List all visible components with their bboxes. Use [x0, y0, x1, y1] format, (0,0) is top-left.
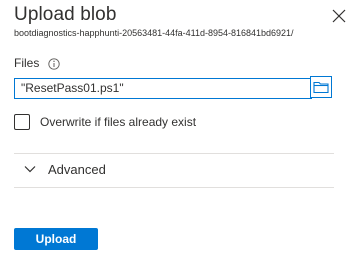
close-icon: [332, 9, 346, 23]
chevron-down-icon: [24, 166, 36, 173]
upload-button[interactable]: Upload: [14, 228, 98, 250]
advanced-label: Advanced: [48, 162, 106, 177]
folder-icon: [313, 81, 329, 94]
browse-files-button[interactable]: [310, 76, 332, 98]
overwrite-label[interactable]: Overwrite if files already exist: [40, 115, 196, 129]
close-button[interactable]: [329, 6, 349, 26]
advanced-toggle[interactable]: Advanced: [14, 155, 334, 185]
container-path: bootdiagnostics-happhunti-20563481-44fa-…: [14, 28, 294, 38]
divider: [14, 153, 334, 154]
upload-blob-panel: Upload blob bootdiagnostics-happhunti-20…: [0, 0, 355, 272]
info-icon[interactable]: [48, 58, 60, 70]
overwrite-checkbox[interactable]: [14, 114, 30, 130]
files-label: Files: [14, 56, 40, 70]
divider: [14, 187, 334, 188]
panel-title: Upload blob: [14, 4, 117, 25]
file-path-input[interactable]: "ResetPass01.ps1": [14, 78, 312, 99]
